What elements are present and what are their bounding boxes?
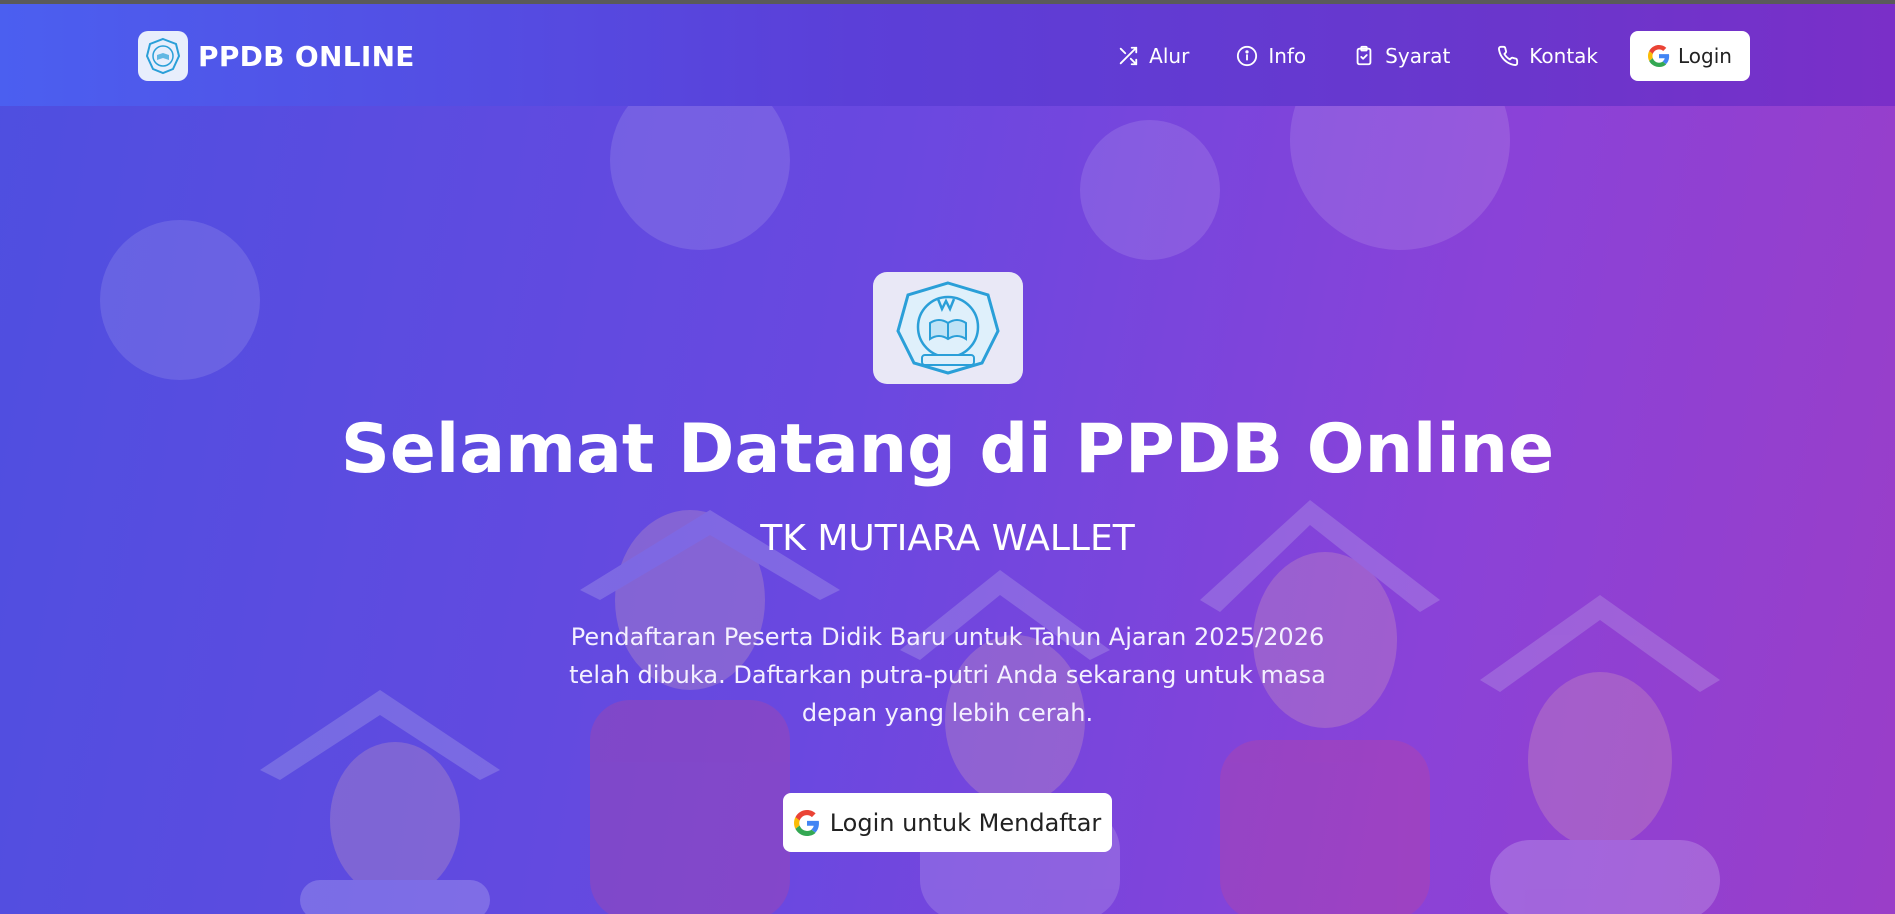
shuffle-icon bbox=[1119, 46, 1138, 66]
navbar: PPDB ONLINE Alur Info Syarat Kontak Logi… bbox=[0, 4, 1895, 106]
brand-name: PPDB ONLINE bbox=[198, 39, 415, 73]
login-to-register-button[interactable]: Login untuk Mendaftar bbox=[783, 793, 1112, 852]
hero-description: Pendaftaran Peserta Didik Baru untuk Tah… bbox=[569, 623, 1326, 727]
school-emblem-icon bbox=[873, 272, 1023, 384]
nav-item-alur[interactable]: Alur bbox=[1117, 44, 1189, 68]
clipboard-check-icon bbox=[1356, 45, 1372, 66]
login-button-label: Login bbox=[1678, 44, 1732, 68]
google-icon bbox=[793, 809, 819, 836]
hero-subtitle: TK MUTIARA WALLET bbox=[760, 518, 1135, 559]
brand[interactable]: PPDB ONLINE bbox=[138, 31, 415, 81]
nav-item-syarat[interactable]: Syarat bbox=[1353, 44, 1450, 68]
login-button[interactable]: Login bbox=[1630, 31, 1750, 81]
nav-item-label: Alur bbox=[1149, 44, 1190, 68]
nav-item-kontak[interactable]: Kontak bbox=[1497, 44, 1598, 68]
info-circle-icon bbox=[1237, 45, 1258, 67]
browser-top-strip bbox=[0, 0, 1895, 4]
cta-label: Login untuk Mendaftar bbox=[829, 808, 1102, 837]
school-emblem-icon bbox=[138, 31, 188, 81]
google-icon bbox=[1648, 45, 1670, 67]
nav-item-label: Syarat bbox=[1385, 44, 1451, 68]
nav-item-info[interactable]: Info bbox=[1236, 44, 1306, 68]
hero-title: Selamat Datang di PPDB Online bbox=[340, 410, 1555, 489]
nav-item-label: Info bbox=[1268, 44, 1307, 68]
nav-item-label: Kontak bbox=[1529, 44, 1598, 68]
nav-menu: Alur Info Syarat Kontak Login bbox=[1070, 31, 1750, 81]
phone-icon bbox=[1498, 45, 1519, 66]
